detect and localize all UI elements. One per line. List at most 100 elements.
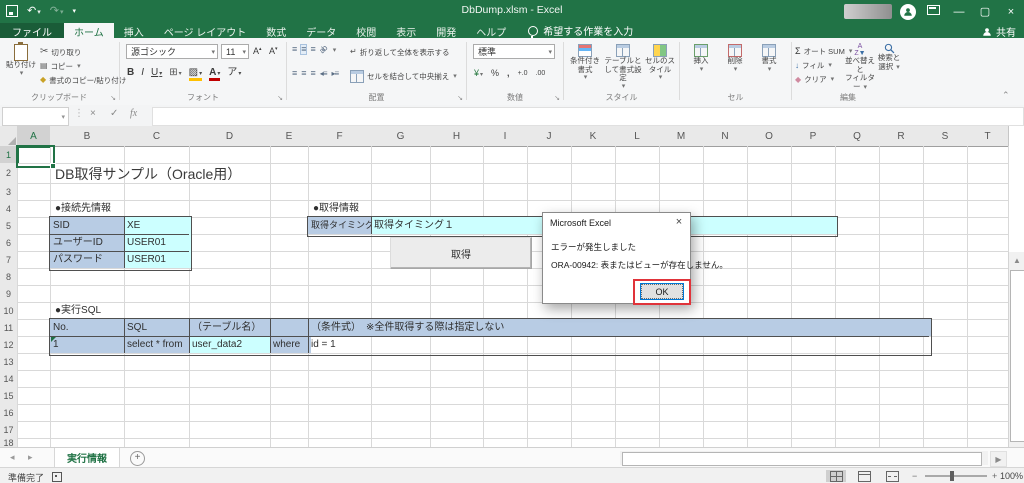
cell-d11-table-header[interactable]: （テーブル名） <box>189 319 273 336</box>
vertical-scroll-thumb[interactable] <box>1010 270 1024 442</box>
zoom-in-icon[interactable]: + <box>992 471 997 481</box>
sheet-nav-right-icon[interactable]: ▸ <box>28 452 33 463</box>
tab-review[interactable]: 校閲 <box>346 23 386 38</box>
sheet-tab-active[interactable]: 実行情報 <box>54 448 120 469</box>
tab-data[interactable]: データ <box>296 23 346 38</box>
row-header-16[interactable]: 16 <box>0 404 18 422</box>
column-header-H[interactable]: H <box>430 126 484 147</box>
insert-function-icon[interactable]: fx <box>130 108 137 119</box>
row-header-5[interactable]: 5 <box>0 217 18 235</box>
tab-file[interactable]: ファイル <box>0 23 64 38</box>
cell-c11-sql-header[interactable]: SQL <box>124 319 192 336</box>
align-left-icon[interactable]: ≡ <box>292 69 296 78</box>
new-sheet-icon[interactable]: + <box>130 451 145 466</box>
cell-b2-title[interactable]: DB取得サンプル（Oracle用） <box>52 163 241 184</box>
active-cell-a1-selection[interactable] <box>16 145 55 168</box>
align-center-icon[interactable]: ≡ <box>301 69 305 78</box>
bold-icon[interactable]: B <box>127 68 134 78</box>
increase-indent-icon[interactable]: ▸≡ <box>331 70 338 78</box>
phonetic-guide-icon[interactable]: ア▾ <box>227 68 241 78</box>
cut-button[interactable]: ✂切り取り <box>40 45 126 59</box>
row-header-17[interactable]: 17 <box>0 421 18 439</box>
collapse-ribbon-icon[interactable]: ⌃ <box>1002 90 1010 101</box>
accounting-format-icon[interactable]: ¥▾ <box>474 68 483 78</box>
cancel-entry-icon[interactable]: × <box>90 108 96 119</box>
avatar[interactable] <box>900 4 916 20</box>
page-break-view-icon[interactable] <box>882 470 902 482</box>
cell-c12-sql[interactable]: select * from <box>124 336 192 353</box>
normal-view-icon[interactable] <box>826 470 846 482</box>
column-header-R[interactable]: R <box>879 126 924 147</box>
column-header-G[interactable]: G <box>371 126 431 147</box>
merge-center-button[interactable]: セルを結合して中央揃え▾ <box>350 69 457 83</box>
row-header-12[interactable]: 12 <box>0 336 18 354</box>
row-header-8[interactable]: 8 <box>0 268 18 286</box>
align-bottom-icon[interactable]: ≡ <box>311 45 315 54</box>
column-header-E[interactable]: E <box>270 126 309 147</box>
fill-color-icon[interactable]: ▨▾ <box>189 68 202 78</box>
cell-c5-sid-value[interactable]: XE <box>124 217 192 234</box>
borders-icon[interactable]: ⊞▾ <box>169 68 181 78</box>
row-header-9[interactable]: 9 <box>0 285 18 303</box>
scroll-up-icon[interactable]: ▲ <box>1009 252 1024 269</box>
ribbon-display-options-icon[interactable] <box>924 5 942 18</box>
conditional-formatting-button[interactable]: 条件付き書式▾ <box>567 44 603 82</box>
cell-c7-password-value[interactable]: USER01 <box>124 251 192 268</box>
row-header-3[interactable]: 3 <box>0 183 18 201</box>
shrink-font-icon[interactable]: A▾ <box>269 46 278 56</box>
row-header-6[interactable]: 6 <box>0 234 18 252</box>
find-select-button[interactable]: 検索と 選択 ▾ <box>877 43 901 72</box>
horizontal-scroll-thumb[interactable] <box>622 452 982 466</box>
sort-filter-button[interactable]: AZ▼ 並べ替えと フィルター ▾ <box>845 43 875 92</box>
cell-b10-section-sql[interactable]: ●実行SQL <box>52 302 101 319</box>
align-right-icon[interactable]: ≡ <box>311 69 315 78</box>
cell-b5-sid-key[interactable]: SID <box>50 217 127 234</box>
percent-style-icon[interactable]: % <box>491 68 499 78</box>
page-layout-view-icon[interactable] <box>854 470 874 482</box>
cell-b7-password-key[interactable]: パスワード <box>50 251 127 268</box>
zoom-slider-thumb[interactable] <box>950 471 954 481</box>
insert-cells-button[interactable]: 挿入▾ <box>685 44 717 74</box>
tab-formulas[interactable]: 数式 <box>256 23 296 38</box>
cell-f11-condition-header[interactable]: （条件式） ※全件取得する際は指定しない <box>308 319 932 336</box>
formula-input[interactable] <box>152 107 1024 126</box>
close-button[interactable]: × <box>1002 6 1020 18</box>
ok-button[interactable]: OK <box>640 283 684 300</box>
fill-button[interactable]: ↓フィル▾ <box>795 58 852 72</box>
decrease-decimal-icon[interactable]: .00 <box>536 70 546 77</box>
underline-icon[interactable]: U▾ <box>151 68 162 78</box>
font-name-combo[interactable]: 源ゴシック▾ <box>126 44 218 59</box>
font-color-icon[interactable]: A▾ <box>209 68 220 78</box>
column-header-B[interactable]: B <box>50 126 125 147</box>
zoom-slider-track[interactable] <box>925 475 987 477</box>
comma-style-icon[interactable]: , <box>507 68 510 78</box>
orientation-icon[interactable]: ab <box>318 44 329 55</box>
number-format-combo[interactable]: 標準▾ <box>473 44 555 59</box>
clipboard-dialog-launcher-icon[interactable]: ↘ <box>110 94 116 102</box>
format-as-table-button[interactable]: テーブルとして書式設定▾ <box>604 44 642 91</box>
grow-font-icon[interactable]: A▴ <box>253 46 262 56</box>
cell-b11-no-header[interactable]: No. <box>50 319 127 336</box>
column-header-Q[interactable]: Q <box>835 126 880 147</box>
paste-button[interactable]: 貼り付け▾ <box>6 44 36 78</box>
tab-view[interactable]: 表示 <box>386 23 426 38</box>
fill-handle[interactable] <box>50 163 56 169</box>
row-header-15[interactable]: 15 <box>0 387 18 405</box>
column-header-N[interactable]: N <box>703 126 748 147</box>
align-middle-icon[interactable]: ≡ <box>301 45 305 54</box>
column-header-J[interactable]: J <box>527 126 572 147</box>
autosum-button[interactable]: Σオート SUM▾ <box>795 44 852 58</box>
wrap-text-button[interactable]: ↵ 折り返して全体を表示する <box>350 45 449 59</box>
font-dialog-launcher-icon[interactable]: ↘ <box>277 94 283 102</box>
font-size-combo[interactable]: 11▾ <box>221 44 249 59</box>
row-header-7[interactable]: 7 <box>0 251 18 269</box>
decrease-indent-icon[interactable]: ◂≡ <box>320 70 327 78</box>
row-header-10[interactable]: 10 <box>0 302 18 320</box>
column-header-F[interactable]: F <box>308 126 372 147</box>
column-header-S[interactable]: S <box>923 126 968 147</box>
tab-developer[interactable]: 開発 <box>426 23 466 38</box>
column-header-I[interactable]: I <box>483 126 528 147</box>
italic-icon[interactable]: I <box>141 68 144 78</box>
column-header-T[interactable]: T <box>967 126 1009 147</box>
scroll-right-icon[interactable]: ▶ <box>990 451 1007 467</box>
